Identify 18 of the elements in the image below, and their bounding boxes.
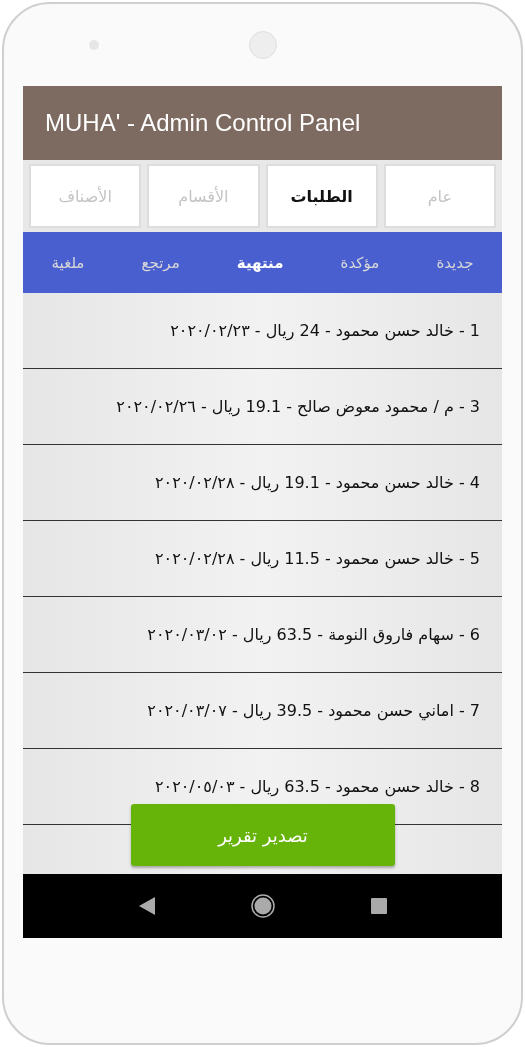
status-tab[interactable]: مؤكدة [334, 247, 386, 278]
app-title: MUHA' - Admin Control Panel [45, 109, 361, 137]
status-tab[interactable]: ملغية [45, 247, 91, 278]
order-item[interactable]: 8 - خالد حسن محمود - 63.5 ريال - ٢٠٢٠/٠٥/٠٣ [154, 777, 480, 796]
recents-icon[interactable] [370, 898, 387, 914]
order-item[interactable]: 7 - اماني حسن محمود - 39.5 ريال - ٢٠٢٠/٠٣/٠٧ [147, 701, 480, 720]
home-icon[interactable] [250, 894, 275, 918]
status-tab[interactable]: مرتجع [135, 247, 186, 278]
order-item[interactable]: 6 - سهام فاروق النومة - 63.5 ريال - ٢٠٢٠/٠٣/٠٢ [147, 625, 480, 644]
back-icon[interactable] [138, 897, 155, 915]
status-tab[interactable]: منتهية [230, 247, 290, 278]
status-tab[interactable]: جديدة [430, 247, 480, 278]
order-item[interactable]: 1 - خالد حسن محمود - 24 ريال - ٢٠٢٠/٠٢/٢٣ [170, 321, 480, 340]
order-item[interactable]: 5 - خالد حسن محمود - 11.5 ريال - ٢٠٢٠/٠٢/٢٨ [154, 549, 480, 568]
speaker-icon [248, 31, 277, 59]
order-item[interactable]: 4 - خالد حسن محمود - 19.1 ريال - ٢٠٢٠/٠٢/٢٨ [154, 473, 480, 492]
tab[interactable]: الطلبات [265, 164, 378, 228]
order-item[interactable]: 3 - م / محمود معوض صالح - 19.1 ريال - ٢٠٢٠/٠٢/٢٦ [116, 397, 480, 416]
